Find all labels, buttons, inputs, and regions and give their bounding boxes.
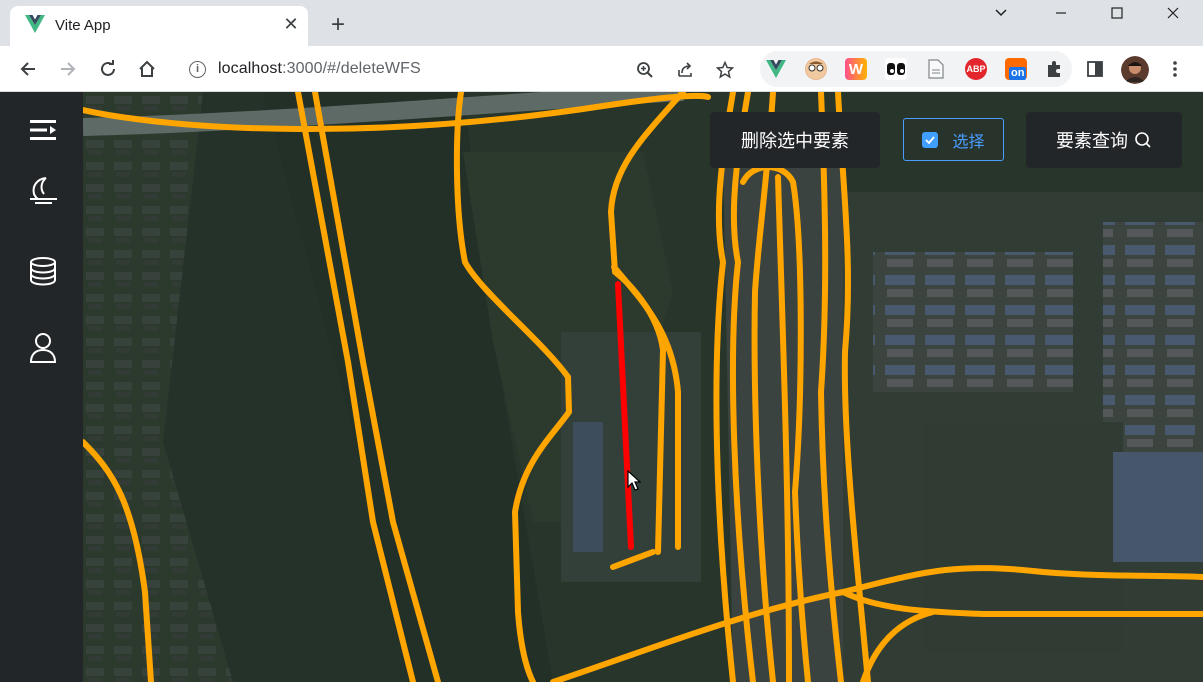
road-line (295, 92, 416, 682)
url-text[interactable]: localhost:3000/#/deleteWFS (218, 60, 421, 78)
browser-menu-icon[interactable] (1162, 56, 1188, 82)
w-extension-icon[interactable]: W (845, 58, 867, 80)
minimize-button[interactable] (1033, 0, 1089, 26)
back-icon[interactable] (15, 56, 41, 82)
vue-devtools-extension-icon[interactable] (765, 58, 787, 80)
side-panel-icon[interactable] (1082, 56, 1108, 82)
checkbox-checked-icon[interactable] (922, 131, 939, 148)
road-line (83, 92, 711, 133)
search-icon (1135, 132, 1151, 148)
select-label: 选择 (952, 133, 985, 151)
vue-logo-icon (25, 15, 45, 33)
toggle-extension-icon[interactable]: on (1005, 58, 1027, 80)
new-tab-button[interactable]: + (325, 12, 351, 38)
menu-fold-icon[interactable] (25, 112, 61, 148)
tab-title: Vite App (55, 17, 111, 34)
tab-close-icon[interactable]: ✕ (280, 13, 302, 35)
road-line (312, 92, 441, 682)
browser-toolbar: i localhost:3000/#/deleteWFS W ABP on (0, 46, 1203, 92)
browser-tab[interactable]: Vite App ✕ (10, 6, 308, 46)
delete-button-label: 删除选中要素 (741, 131, 849, 151)
feature-query-button[interactable]: 要素查询 (1026, 112, 1182, 168)
weather-moon-icon[interactable] (25, 173, 61, 209)
app-root: 删除选中要素 选择 要素查询 (0, 92, 1203, 682)
share-icon[interactable] (675, 60, 695, 80)
select-toggle[interactable]: 选择 (903, 118, 1004, 161)
address-bar[interactable]: i localhost:3000/#/deleteWFS (178, 51, 748, 87)
road-line (751, 92, 776, 682)
forward-icon[interactable] (55, 56, 81, 82)
browser-titlebar: Vite App ✕ + (0, 0, 1203, 46)
mouse-cursor-icon (627, 470, 641, 491)
maximize-button[interactable] (1089, 0, 1145, 26)
road-line (550, 565, 1203, 682)
road-line (840, 589, 1203, 617)
puzzle-extensions-icon[interactable] (1043, 58, 1065, 80)
road-line (610, 549, 656, 570)
road-line (453, 92, 572, 682)
delete-selected-feature-button[interactable]: 删除选中要素 (710, 112, 880, 168)
road-line (860, 609, 936, 682)
road-layer (83, 92, 1203, 682)
bookmark-star-icon[interactable] (715, 60, 735, 80)
eyes-extension-icon[interactable] (885, 58, 907, 80)
avatar-extension-icon[interactable] (805, 58, 827, 80)
road-line (83, 439, 154, 682)
adblock-plus-extension-icon[interactable]: ABP (965, 58, 987, 80)
tab-search-icon[interactable] (973, 0, 1029, 26)
profile-avatar[interactable] (1121, 56, 1149, 84)
map-view[interactable]: 删除选中要素 选择 要素查询 (83, 92, 1203, 682)
sidebar (0, 92, 83, 682)
query-button-label: 要素查询 (1056, 131, 1128, 151)
document-extension-icon[interactable] (925, 58, 947, 80)
home-icon[interactable] (134, 56, 160, 82)
user-icon[interactable] (25, 329, 61, 365)
close-window-button[interactable] (1145, 0, 1201, 26)
zoom-icon[interactable] (635, 60, 655, 80)
selected-road-feature (615, 281, 634, 550)
reload-icon[interactable] (95, 56, 121, 82)
extensions-bar: W ABP on (760, 51, 1072, 87)
database-icon[interactable] (25, 253, 61, 289)
info-icon[interactable]: i (189, 61, 206, 78)
